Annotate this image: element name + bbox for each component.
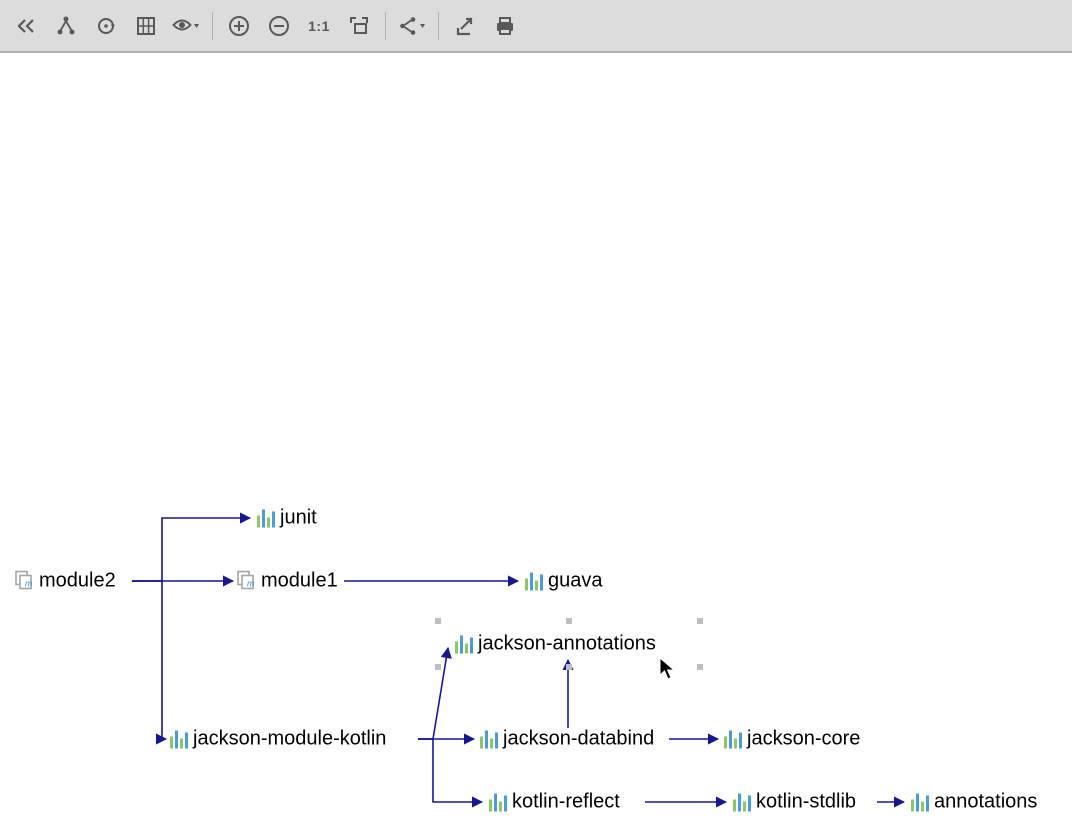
layout-grid-button[interactable] [126,6,166,46]
library-icon [256,509,278,527]
library-icon [488,793,510,811]
node-label: junit [280,507,317,530]
node-annotations[interactable]: annotations [910,791,1037,814]
toolbar-group-structure [392,0,432,51]
edge-module2-junit [132,518,250,581]
node-kotlin-stdlib[interactable]: kotlin-stdlib [732,791,856,814]
module-icon: m [237,570,259,592]
export-button[interactable] [445,6,485,46]
actual-size-button[interactable]: 1:1 [299,6,339,46]
node-label: kotlin-stdlib [756,791,856,814]
node-jackson-module-kotlin[interactable]: jackson-module-kotlin [169,728,386,751]
actual-size-label: 1:1 [308,18,330,34]
node-label: jackson-annotations [478,633,656,656]
toolbar-separator [438,12,439,40]
show-selected-nodes-button[interactable] [46,6,86,46]
node-label: jackson-core [747,728,860,751]
node-module1[interactable]: m module1 [237,570,338,593]
toolbar-separator [385,12,386,40]
library-icon [169,730,191,748]
zoom-in-icon [228,15,250,37]
print-button[interactable] [485,6,525,46]
node-module2[interactable]: m module2 [15,570,116,593]
find-cycle-button[interactable] [86,6,126,46]
chevrons-left-icon [15,15,37,37]
toolbar: 1:1 [0,0,1072,53]
module-icon: m [15,570,37,592]
toolbar-group-zoom: 1:1 [219,0,379,51]
export-icon [454,15,476,37]
library-icon [910,793,932,811]
eye-icon [172,15,200,37]
toolbar-group-export [445,0,525,51]
node-junit[interactable]: junit [256,507,317,530]
edge-jackson-module-kotlin-jackson-annotations [418,648,448,739]
structure-menu-button[interactable] [392,6,432,46]
dependency-diagram[interactable]: m module2 m module1 junit guava jackson [0,53,1072,822]
node-jackson-databind[interactable]: jackson-databind [479,728,654,751]
node-kotlin-reflect[interactable]: kotlin-reflect [488,791,620,814]
node-jackson-core[interactable]: jackson-core [723,728,860,751]
library-icon [524,572,546,590]
svg-text:m: m [25,578,33,588]
node-jackson-annotations[interactable]: jackson-annotations [454,633,656,656]
share-icon [398,15,426,37]
grid-icon [135,15,157,37]
node-label: module2 [39,570,116,593]
toolbar-group-left [6,0,206,51]
svg-text:m: m [247,578,255,588]
visibility-menu-button[interactable] [166,6,206,46]
fit-content-button[interactable] [339,6,379,46]
zoom-out-button[interactable] [259,6,299,46]
node-label: guava [548,570,603,593]
zoom-out-icon [268,15,290,37]
library-icon [732,793,754,811]
selected-nodes-icon [55,15,77,37]
print-icon [494,15,516,37]
collapse-toolbar-button[interactable] [6,6,46,46]
cycle-icon [95,15,117,37]
toolbar-separator [212,12,213,40]
node-guava[interactable]: guava [524,570,603,593]
library-icon [723,730,745,748]
library-icon [479,730,501,748]
node-label: jackson-module-kotlin [193,728,386,751]
zoom-in-button[interactable] [219,6,259,46]
node-label: kotlin-reflect [512,791,620,814]
node-label: module1 [261,570,338,593]
mouse-cursor-icon [659,657,677,686]
edge-module2-jackson-module-kotlin [132,581,166,739]
edge-jackson-module-kotlin-kotlin-reflect [418,739,482,802]
node-label: jackson-databind [503,728,654,751]
edges-layer [0,53,1072,822]
library-icon [454,635,476,653]
node-label: annotations [934,791,1037,814]
fit-icon [348,15,370,37]
